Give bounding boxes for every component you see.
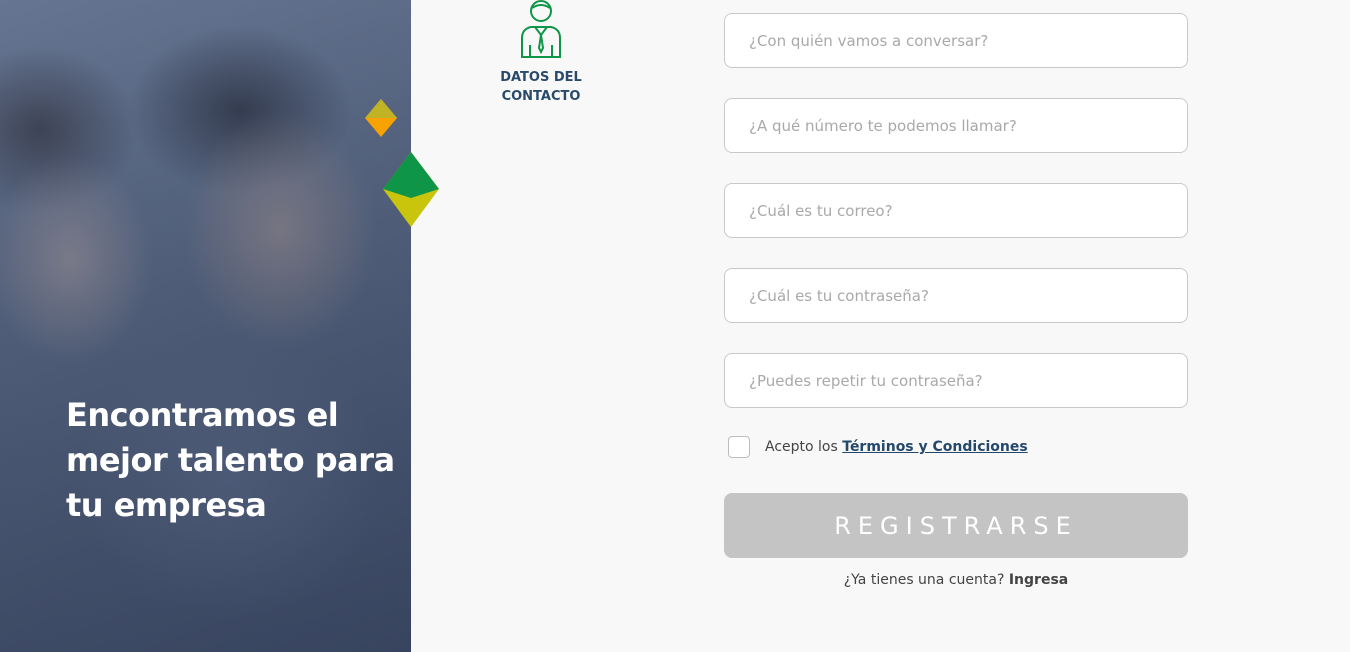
hero-headline: Encontramos el mejor talento para tu emp…: [66, 396, 395, 524]
email-field[interactable]: [724, 183, 1188, 238]
terms-prefix: Acepto los: [765, 439, 838, 455]
terms-link[interactable]: Términos y Condiciones: [842, 439, 1027, 455]
hero-image-overlay: [0, 0, 411, 652]
terms-row: Acepto los Términos y Condiciones: [728, 436, 1028, 458]
contact-step: DATOS DEL CONTACTO: [488, 0, 594, 106]
repeat-password-field[interactable]: [724, 353, 1188, 408]
login-prompt: ¿Ya tienes una cuenta? Ingresa: [724, 572, 1188, 588]
contact-step-label-line1: DATOS DEL: [500, 70, 582, 85]
person-tie-icon: [521, 0, 561, 58]
contact-step-label-line2: CONTACTO: [501, 89, 581, 104]
terms-text: Acepto los Términos y Condiciones: [765, 439, 1028, 455]
terms-checkbox[interactable]: [728, 436, 750, 458]
phone-field[interactable]: [724, 98, 1188, 153]
decorative-diamonds: [365, 99, 439, 227]
register-button[interactable]: REGISTRARSE: [724, 493, 1188, 558]
login-link[interactable]: Ingresa: [1009, 572, 1068, 588]
hero-panel: Encontramos el mejor talento para tu emp…: [0, 0, 411, 652]
password-field[interactable]: [724, 268, 1188, 323]
name-field[interactable]: [724, 13, 1188, 68]
login-prompt-text: ¿Ya tienes una cuenta?: [843, 572, 1005, 588]
contact-step-label: DATOS DEL CONTACTO: [488, 68, 594, 106]
